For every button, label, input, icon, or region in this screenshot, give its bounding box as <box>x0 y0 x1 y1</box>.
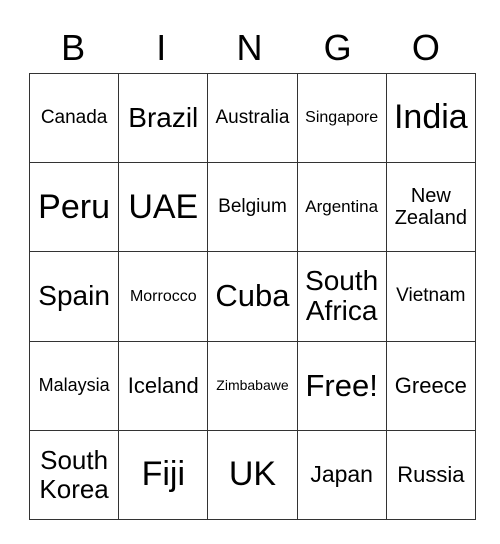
bingo-cell[interactable]: South Africa <box>296 251 387 342</box>
bingo-cell[interactable]: UK <box>207 429 298 520</box>
bingo-cell[interactable]: Morrocco <box>118 251 209 342</box>
bingo-cell-label: South Africa <box>305 264 379 327</box>
header-letter-o: O <box>411 27 440 68</box>
bingo-cell-label: Greece <box>394 372 467 398</box>
bingo-cell-label: Vietnam <box>396 285 466 307</box>
bingo-cell[interactable]: Vietnam <box>385 251 476 342</box>
bingo-cell[interactable]: Cuba <box>207 251 298 342</box>
bingo-cell[interactable]: Russia <box>385 429 476 520</box>
bingo-cell[interactable]: UAE <box>118 162 209 253</box>
bingo-cell-label: Australia <box>215 106 290 128</box>
bingo-card-grid: Canada Brazil Australia Singapore India Peru U… <box>28 72 476 520</box>
bingo-cell-label: Argentina <box>305 196 379 216</box>
bingo-cell[interactable]: Zimbabawe <box>207 340 298 431</box>
bingo-cell[interactable]: Peru <box>28 162 120 253</box>
bingo-cell[interactable]: Spain <box>28 251 120 342</box>
bingo-cell-label: New Zealand <box>394 185 467 230</box>
bingo-cell-label: UAE <box>128 187 199 226</box>
bingo-cell[interactable]: Malaysia <box>28 340 120 431</box>
header-letter-i: I <box>156 27 167 68</box>
header-letter-b: B <box>61 27 86 68</box>
bingo-cell[interactable]: India <box>385 72 476 164</box>
bingo-cell-label: Malaysia <box>38 374 110 395</box>
bingo-cell[interactable]: Fiji <box>118 429 209 520</box>
grid-row: Spain Morrocco Cuba South Africa Vietnam <box>28 251 476 342</box>
bingo-cell-label: South Korea <box>39 445 109 504</box>
bingo-cell-label: Fiji <box>141 455 185 494</box>
bingo-cell[interactable]: South Korea <box>28 429 120 520</box>
header-letter-n: N <box>236 27 263 68</box>
header-letter-g: G <box>323 27 352 68</box>
bingo-cell-label: Free! <box>305 367 378 403</box>
grid-row: Peru UAE Belgium Argentina New Zealand <box>28 162 476 253</box>
grid-row: Malaysia Iceland Zimbabawe Free! Greece <box>28 340 476 431</box>
bingo-cell-label: Belgium <box>218 195 287 217</box>
bingo-cell[interactable]: Free! <box>296 340 387 431</box>
bingo-cell-label: Japan <box>310 461 373 488</box>
bingo-cell-label: Russia <box>397 461 465 487</box>
bingo-cell-label: Morrocco <box>129 287 197 305</box>
grid-row: Canada Brazil Australia Singapore India <box>28 72 476 164</box>
bingo-cell-label: Canada <box>40 106 108 128</box>
bingo-cell-label: Iceland <box>127 372 199 398</box>
bingo-cell-label: Zimbabawe <box>216 376 289 393</box>
bingo-cell[interactable]: Argentina <box>296 162 387 253</box>
bingo-cell[interactable]: Japan <box>296 429 387 520</box>
bingo-cell-label: India <box>393 98 468 137</box>
bingo-cell[interactable]: Belgium <box>207 162 298 253</box>
bingo-cell[interactable]: Iceland <box>118 340 209 431</box>
bingo-cell[interactable]: Canada <box>28 72 120 164</box>
bingo-cell-label: Cuba <box>215 278 290 314</box>
bingo-cell-label: Singapore <box>305 109 379 127</box>
bingo-cell[interactable]: Australia <box>207 72 298 164</box>
bingo-cell-label: Brazil <box>128 101 199 133</box>
bingo-cell[interactable]: Singapore <box>296 72 387 164</box>
bingo-cell[interactable]: Greece <box>385 340 476 431</box>
bingo-cell[interactable]: Brazil <box>118 72 209 164</box>
bingo-cell-label: Peru <box>38 187 110 226</box>
bingo-cell-label: Spain <box>38 280 110 312</box>
bingo-cell[interactable]: New Zealand <box>385 162 476 253</box>
bingo-cell-label: UK <box>228 455 277 494</box>
grid-row: South Korea Fiji UK Japan Russia <box>28 429 476 520</box>
bingo-header: B I N G O <box>29 24 470 72</box>
